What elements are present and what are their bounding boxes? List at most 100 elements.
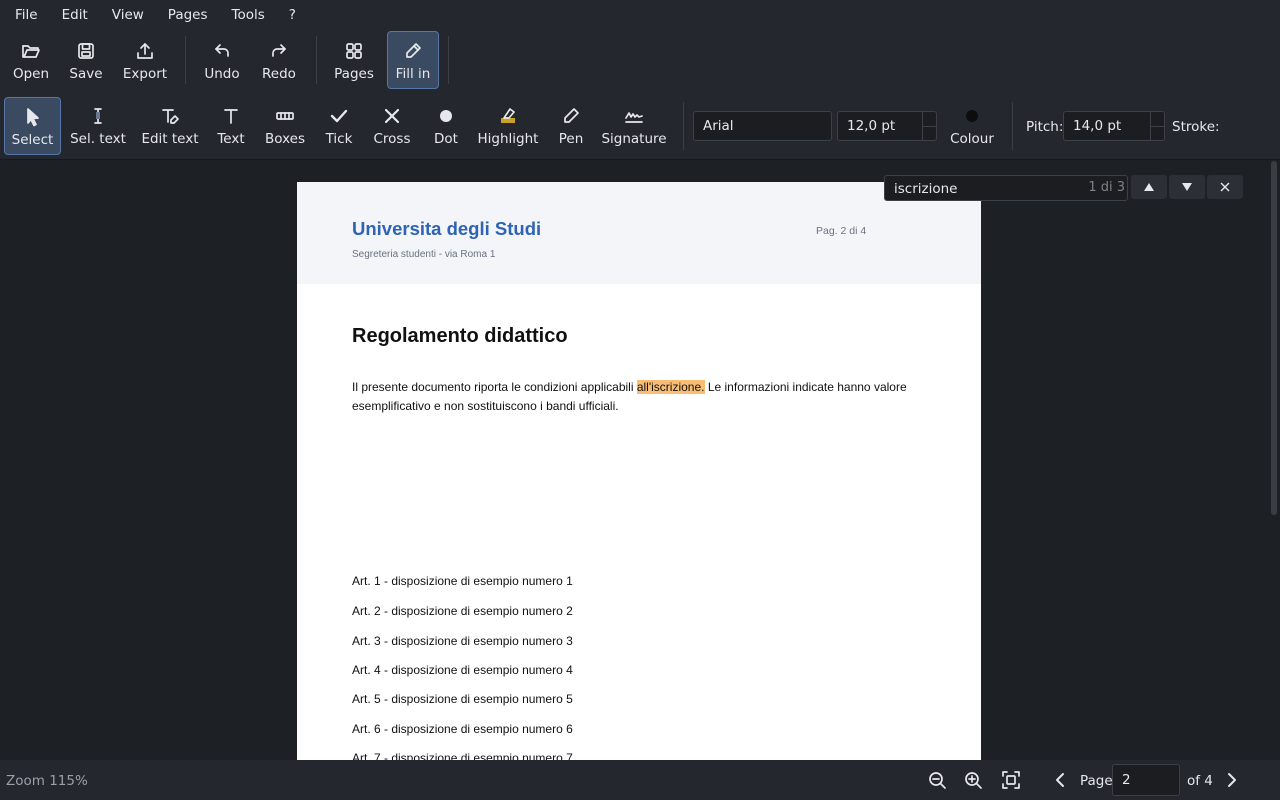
zoom-in-button[interactable] <box>963 770 983 790</box>
check-icon <box>330 109 348 123</box>
cross-label: Cross <box>373 131 411 147</box>
search-match-highlight: all'iscrizione. <box>636 380 705 394</box>
signature-label: Signature <box>601 131 667 147</box>
search-query: iscrizione <box>894 181 958 197</box>
search-previous-button[interactable] <box>1131 175 1167 199</box>
article-line: Art. 5 - disposizione di esempio numero … <box>352 692 573 706</box>
edit-text-icon <box>162 109 179 124</box>
article-line: Art. 3 - disposizione di esempio numero … <box>352 634 573 648</box>
cross-tool-button[interactable]: Cross <box>370 97 414 155</box>
toolbar-separator <box>448 36 449 84</box>
font-size-value: 12,0 pt <box>847 118 896 134</box>
select-tool-button[interactable]: Select <box>4 97 61 155</box>
menu-pages[interactable]: Pages <box>156 0 220 30</box>
font-family-value: Arial <box>703 118 734 134</box>
text-tool-button[interactable]: Text <box>210 97 252 155</box>
pitch-stepper[interactable] <box>1150 112 1164 140</box>
search-input[interactable]: iscrizione 1 di 3 <box>884 175 1128 201</box>
edit-text-tool-button[interactable]: Edit text <box>140 97 200 155</box>
font-family-select[interactable]: Arial <box>693 111 832 141</box>
cross-icon <box>384 108 400 124</box>
article-line: Art. 1 - disposizione di esempio numero … <box>352 574 573 588</box>
colour-button[interactable]: Colour <box>944 97 1000 155</box>
page-number-label: Pag. 2 di 4 <box>816 225 867 237</box>
undo-label: Undo <box>204 66 240 82</box>
tick-label: Tick <box>325 131 353 147</box>
menu-view[interactable]: View <box>100 0 156 30</box>
fill-in-label: Fill in <box>395 66 431 82</box>
office-address: Segreteria studenti - via Roma 1 <box>352 249 496 260</box>
menu-tools[interactable]: Tools <box>220 0 277 30</box>
zoom-level: Zoom 115% <box>6 773 88 789</box>
text-label: Text <box>217 131 245 147</box>
zoom-in-icon <box>965 772 982 789</box>
menu-help[interactable]: ? <box>277 0 308 30</box>
fill-toolbar: Select Sel. text Edit text Text Boxes Ti… <box>0 94 1280 160</box>
pages-grid-icon <box>346 43 362 59</box>
highlight-label: Highlight <box>477 131 539 147</box>
document-viewport[interactable]: Universita degli Studi Pag. 2 di 4 Segre… <box>0 161 1268 760</box>
close-icon <box>1220 182 1230 192</box>
page-number-input[interactable]: 2 <box>1112 764 1180 796</box>
redo-label: Redo <box>262 66 296 82</box>
colour-label: Colour <box>950 131 994 147</box>
cursor-arrow-icon <box>26 108 39 127</box>
dot-tool-button[interactable]: Dot <box>428 97 464 155</box>
next-page-button[interactable] <box>1222 770 1242 790</box>
menu-bar: File Edit View Pages Tools ? <box>0 0 1280 30</box>
pen-label: Pen <box>558 131 584 147</box>
search-next-button[interactable] <box>1169 175 1205 199</box>
boxes-icon <box>276 112 294 120</box>
font-size-spinbox[interactable]: 12,0 pt <box>837 111 937 141</box>
university-name: Universita degli Studi <box>352 218 542 239</box>
article-line: Art. 2 - disposizione di esempio numero … <box>352 604 573 618</box>
vertical-scrollbar[interactable] <box>1268 161 1280 760</box>
pen-tool-button[interactable]: Pen <box>552 97 590 155</box>
save-icon <box>78 43 94 59</box>
open-label: Open <box>12 66 50 82</box>
menu-edit[interactable]: Edit <box>50 0 100 30</box>
save-button[interactable]: Save <box>62 32 110 88</box>
undo-button[interactable]: Undo <box>198 32 246 88</box>
fit-page-icon <box>1002 771 1020 789</box>
export-icon <box>137 43 153 59</box>
intro-paragraph: Il presente documento riporta le condizi… <box>352 378 927 416</box>
select-label: Select <box>11 132 54 148</box>
total-pages-label: of 4 <box>1187 773 1213 789</box>
highlight-tool-button[interactable]: Highlight <box>476 97 540 155</box>
article-line: Art. 4 - disposizione di esempio numero … <box>352 663 573 677</box>
menu-file[interactable]: File <box>0 0 50 30</box>
boxes-tool-button[interactable]: Boxes <box>262 97 308 155</box>
text-t-icon <box>224 109 238 124</box>
search-result-count: 1 di 3 <box>1088 180 1125 195</box>
open-button[interactable]: Open <box>6 32 56 88</box>
previous-page-button[interactable] <box>1050 770 1070 790</box>
folder-open-icon <box>22 45 40 58</box>
scrollbar-thumb[interactable] <box>1271 161 1277 515</box>
save-label: Save <box>69 66 103 82</box>
signature-icon <box>625 112 643 123</box>
fit-page-button[interactable] <box>1001 770 1021 790</box>
zoom-out-icon <box>929 772 946 789</box>
status-bar: Zoom 115% Page 2 of 4 <box>0 760 1280 800</box>
redo-icon <box>272 44 286 57</box>
zoom-out-button[interactable] <box>927 770 947 790</box>
toolbar-separator <box>683 102 684 150</box>
signature-tool-button[interactable]: Signature <box>601 97 667 155</box>
page-number-value: 2 <box>1122 772 1131 788</box>
redo-button[interactable]: Redo <box>256 32 302 88</box>
pitch-spinbox[interactable]: 14,0 pt <box>1063 111 1165 141</box>
colour-dot-icon <box>966 110 978 122</box>
select-text-tool-button[interactable]: Sel. text <box>70 97 126 155</box>
pages-button[interactable]: Pages <box>330 32 378 88</box>
dot-icon <box>440 110 452 122</box>
fill-in-button[interactable]: Fill in <box>387 31 439 89</box>
stroke-label: Stroke: <box>1172 119 1220 135</box>
font-size-stepper[interactable] <box>922 112 936 140</box>
export-button[interactable]: Export <box>118 32 172 88</box>
triangle-up-icon <box>1144 183 1154 191</box>
tick-tool-button[interactable]: Tick <box>320 97 358 155</box>
dot-label: Dot <box>434 131 458 147</box>
search-close-button[interactable] <box>1207 175 1243 199</box>
pdf-page[interactable]: Universita degli Studi Pag. 2 di 4 Segre… <box>297 182 981 760</box>
